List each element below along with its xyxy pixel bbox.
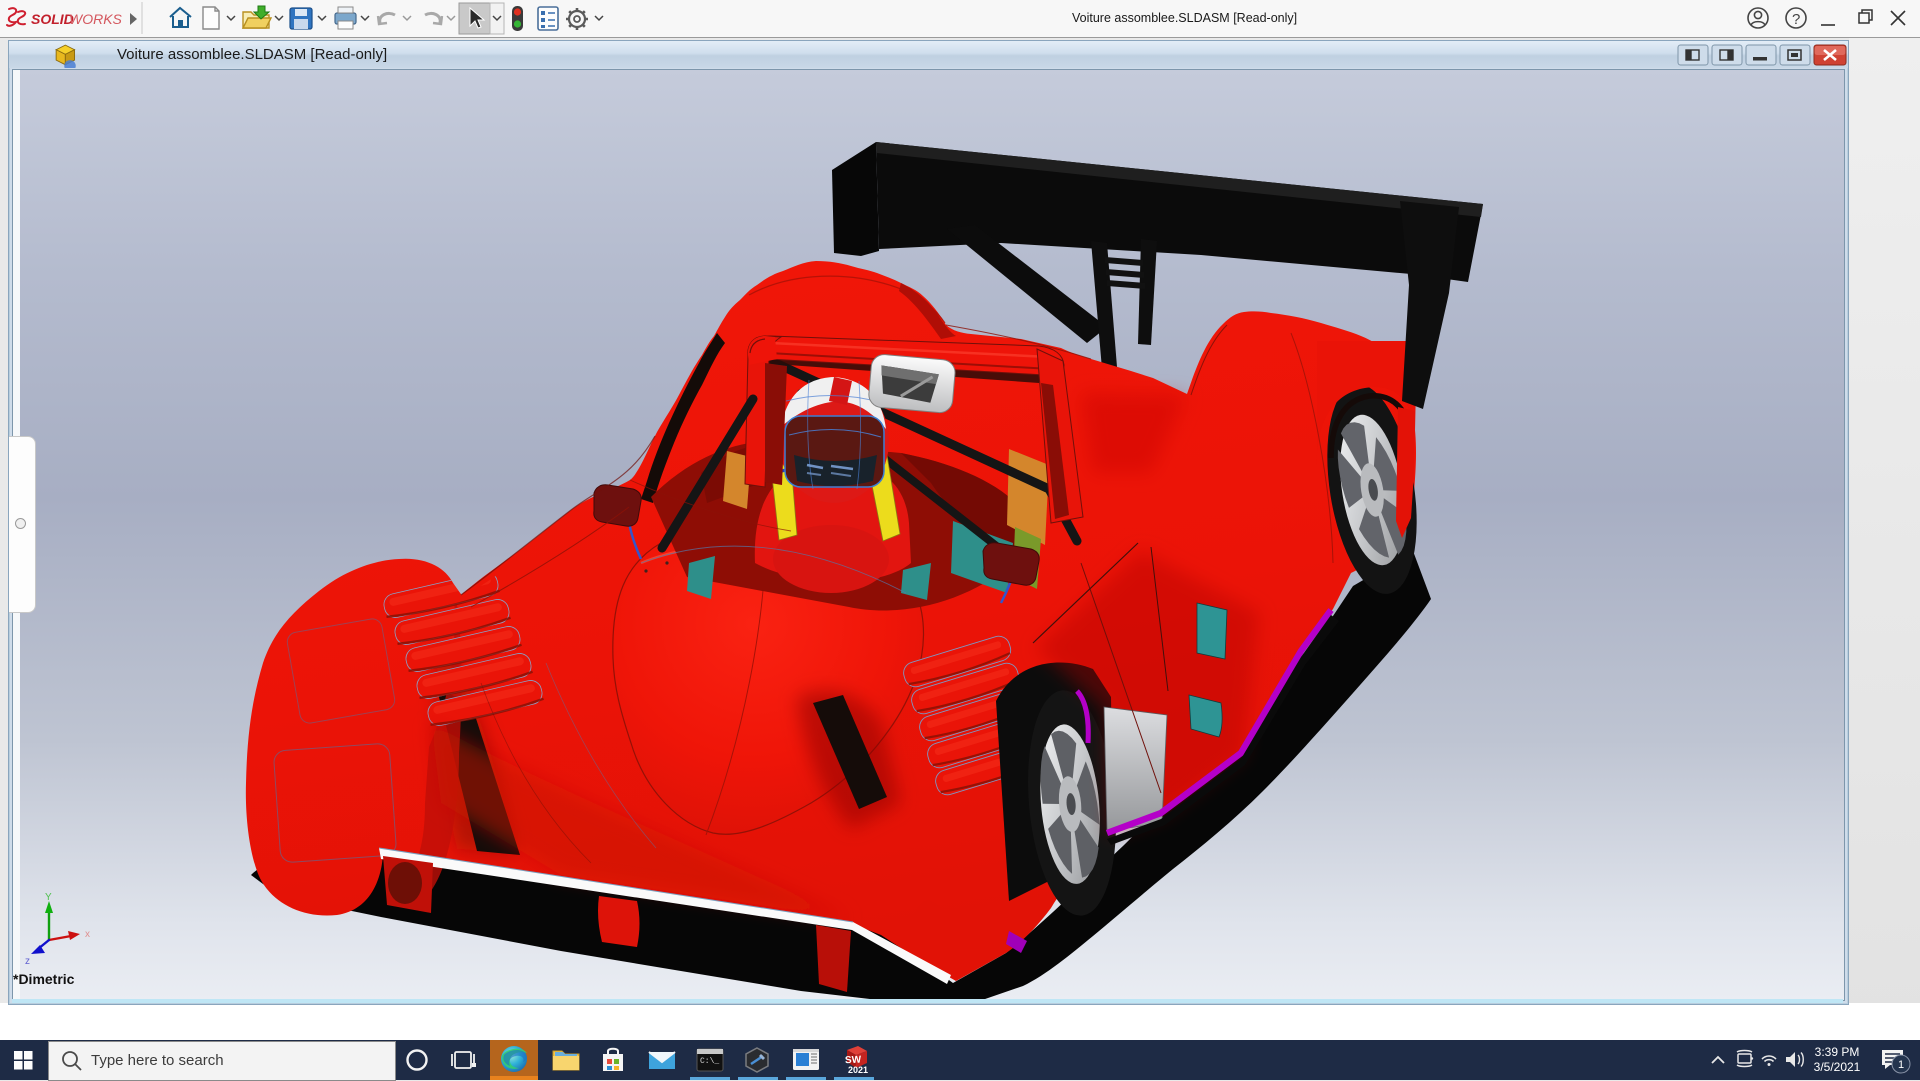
svg-text:Y: Y — [45, 892, 52, 903]
svg-text:1: 1 — [1898, 1059, 1904, 1071]
svg-text:2021: 2021 — [848, 1065, 868, 1075]
svg-text:?: ? — [1792, 11, 1800, 28]
svg-text:x: x — [85, 929, 90, 940]
svg-text:z: z — [25, 956, 30, 967]
svg-text:SOLID: SOLID — [31, 11, 74, 27]
svg-text:C:\_: C:\_ — [700, 1057, 719, 1066]
svg-text:WORKS: WORKS — [69, 11, 123, 27]
